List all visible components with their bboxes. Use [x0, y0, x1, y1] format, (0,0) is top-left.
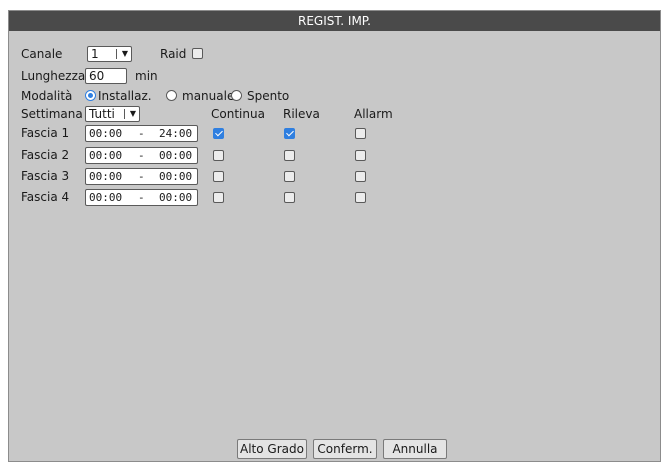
fascia-2-continua-checkbox[interactable] — [213, 150, 224, 161]
fascia-3-end: 00:00 — [159, 170, 193, 183]
fascia-3-start: 00:00 — [89, 170, 123, 183]
fascia-4-allarm-checkbox[interactable] — [355, 192, 366, 203]
dropdown-separator — [116, 49, 117, 59]
fascia-4-time-range[interactable]: 00:00 - 00:00 — [85, 189, 198, 206]
fascia-2-rileva-checkbox[interactable] — [284, 150, 295, 161]
time-separator: - — [138, 191, 145, 204]
col-header-continua: Continua — [211, 107, 265, 121]
conferm-button[interactable]: Conferm. — [313, 439, 377, 459]
fascia-2-allarm-checkbox[interactable] — [355, 150, 366, 161]
fascia-4-label: Fascia 4 — [21, 190, 70, 204]
fascia-1-label: Fascia 1 — [21, 126, 70, 140]
fascia-1-time-range[interactable]: 00:00 - 24:00 — [85, 125, 198, 142]
lunghezza-unit: min — [135, 69, 158, 83]
canale-select[interactable]: 1 ▼ — [87, 46, 132, 62]
fascia-1-allarm-checkbox[interactable] — [355, 128, 366, 139]
radio-manuale-label: manuale — [182, 89, 235, 103]
raid-checkbox[interactable] — [192, 48, 203, 59]
settimana-select[interactable]: Tutti ▼ — [85, 106, 140, 122]
radio-installaz-label: Installaz. — [98, 89, 152, 103]
col-header-allarm: Allarm — [354, 107, 393, 121]
fascia-4-continua-checkbox[interactable] — [213, 192, 224, 203]
window-title: REGIST. IMP. — [9, 11, 660, 31]
fascia-4-end: 00:00 — [159, 191, 193, 204]
fascia-3-rileva-checkbox[interactable] — [284, 171, 295, 182]
fascia-2-label: Fascia 2 — [21, 148, 70, 162]
canale-value: 1 — [91, 47, 99, 61]
settimana-label: Settimana — [21, 107, 83, 121]
fascia-4-rileva-checkbox[interactable] — [284, 192, 295, 203]
raid-label: Raid — [160, 47, 187, 61]
radio-spento[interactable] — [231, 90, 242, 101]
fascia-4-start: 00:00 — [89, 191, 123, 204]
fascia-3-label: Fascia 3 — [21, 169, 70, 183]
fascia-2-start: 00:00 — [89, 149, 123, 162]
fascia-3-continua-checkbox[interactable] — [213, 171, 224, 182]
fascia-3-allarm-checkbox[interactable] — [355, 171, 366, 182]
dropdown-separator — [124, 109, 125, 119]
radio-installaz[interactable] — [85, 90, 96, 101]
chevron-down-icon: ▼ — [121, 49, 128, 58]
fascia-3-time-range[interactable]: 00:00 - 00:00 — [85, 168, 198, 185]
chevron-down-icon: ▼ — [129, 109, 136, 118]
fascia-1-end: 24:00 — [159, 127, 193, 140]
col-header-rileva: Rileva — [283, 107, 320, 121]
canale-label: Canale — [21, 47, 63, 61]
fascia-1-start: 00:00 — [89, 127, 123, 140]
modalita-label: Modalità — [21, 89, 73, 103]
radio-manuale[interactable] — [166, 90, 177, 101]
lunghezza-input[interactable]: 60 — [85, 68, 127, 84]
fascia-2-end: 00:00 — [159, 149, 193, 162]
fascia-1-rileva-checkbox[interactable] — [284, 128, 295, 139]
annulla-button[interactable]: Annulla — [383, 439, 447, 459]
fascia-1-continua-checkbox[interactable] — [213, 128, 224, 139]
time-separator: - — [138, 127, 145, 140]
radio-spento-label: Spento — [247, 89, 290, 103]
lunghezza-label: Lunghezza — [21, 69, 86, 83]
fascia-2-time-range[interactable]: 00:00 - 00:00 — [85, 147, 198, 164]
time-separator: - — [138, 149, 145, 162]
record-settings-window: REGIST. IMP. Canale 1 ▼ Raid Lunghezza 6… — [8, 10, 661, 462]
time-separator: - — [138, 170, 145, 183]
alto-grado-button[interactable]: Alto Grado — [237, 439, 307, 459]
settimana-value: Tutti — [89, 107, 115, 121]
